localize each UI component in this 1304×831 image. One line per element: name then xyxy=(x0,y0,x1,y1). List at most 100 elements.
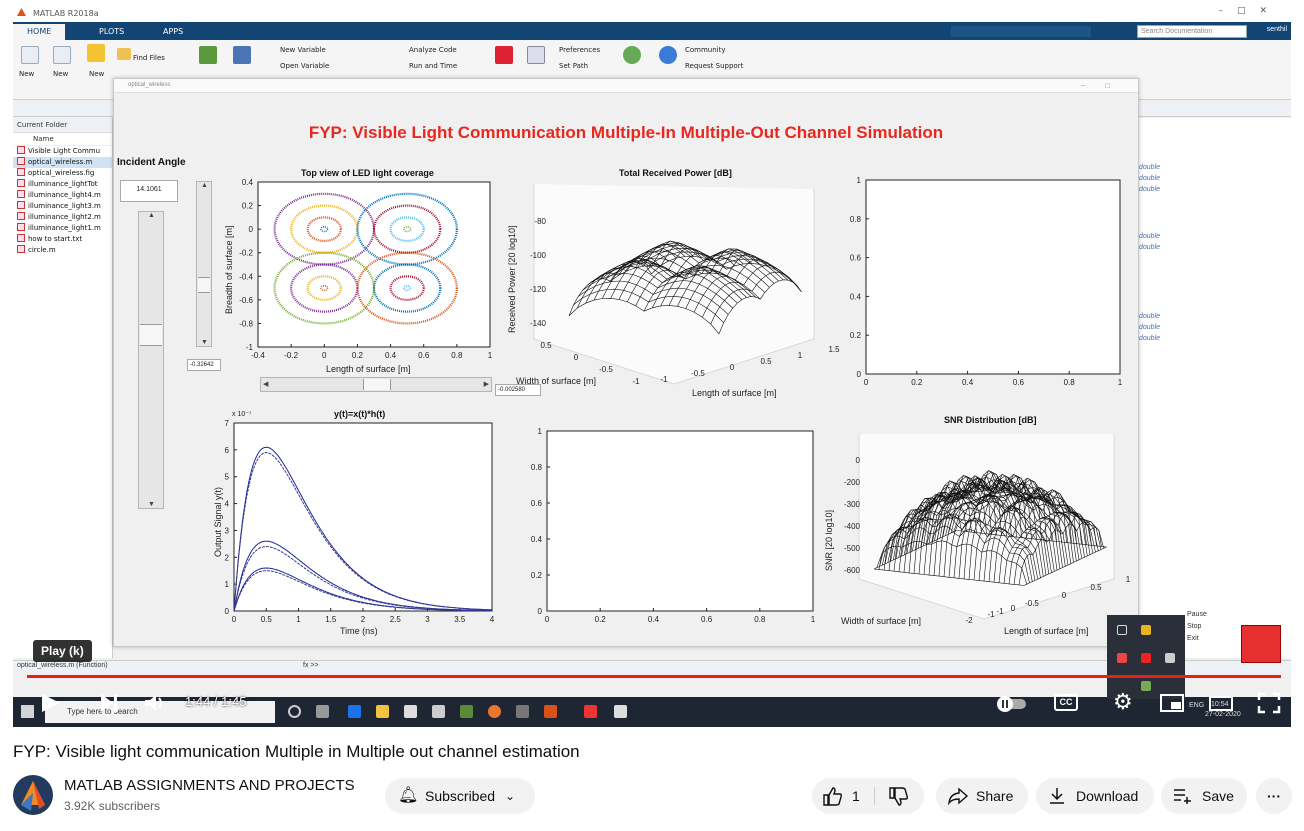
matlab-taskbar-icon[interactable] xyxy=(544,705,557,718)
store-icon[interactable] xyxy=(404,705,417,718)
file-item[interactable]: illuminance_light1.m xyxy=(13,223,112,234)
context-menu-exit[interactable]: Exit xyxy=(1187,633,1237,645)
name-column-header[interactable]: Name xyxy=(13,133,112,146)
mail-icon[interactable] xyxy=(432,705,445,718)
tray-antivirus-icon[interactable] xyxy=(1141,653,1151,663)
file-item[interactable]: optical_wireless.m xyxy=(13,157,112,168)
cc-icon[interactable]: CC xyxy=(1054,694,1078,711)
download-icon xyxy=(1050,788,1064,804)
app-icon[interactable] xyxy=(460,705,473,718)
new-script-icon[interactable] xyxy=(21,46,39,64)
layout-icon[interactable] xyxy=(527,46,545,64)
doc-search-input[interactable]: Search Documentation xyxy=(1137,25,1247,38)
app3-icon[interactable] xyxy=(614,705,627,718)
context-menu-pause[interactable]: Pause xyxy=(1187,609,1237,621)
tray-recorder-icon[interactable] xyxy=(1117,653,1127,663)
save-button[interactable]: Save xyxy=(1161,778,1247,814)
workspace-value[interactable]: double xyxy=(1139,335,1160,342)
recorder-icon[interactable] xyxy=(584,705,597,718)
workspace-value[interactable]: double xyxy=(1139,186,1160,193)
community-label[interactable]: Community xyxy=(685,46,726,54)
windows-start-icon[interactable] xyxy=(21,705,34,718)
y-tick-label: 0 xyxy=(1011,604,1016,613)
cortana-icon[interactable] xyxy=(288,705,301,718)
task-view-icon[interactable] xyxy=(316,705,329,718)
file-item[interactable]: illuminance_light3.m xyxy=(13,201,112,212)
received-power-title: Total Received Power [dB] xyxy=(619,168,732,178)
workspace-value[interactable]: double xyxy=(1139,313,1160,320)
file-item[interactable]: illuminance_lightTot xyxy=(13,179,112,190)
channel-name[interactable]: MATLAB ASSIGNMENTS AND PROJECTS xyxy=(64,777,355,794)
like-icon[interactable] xyxy=(822,786,844,806)
command-prompt[interactable]: fx >> xyxy=(303,662,319,669)
next-icon[interactable] xyxy=(99,692,121,714)
save-playlist-icon xyxy=(1174,789,1191,804)
y-tick-label: -0.2 xyxy=(239,249,253,258)
workspace-value[interactable]: double xyxy=(1139,175,1160,182)
add-ons-icon[interactable] xyxy=(623,46,641,64)
context-menu-stop[interactable]: Stop xyxy=(1187,621,1237,633)
file-item[interactable]: how to start.txt xyxy=(13,234,112,245)
set-path-label[interactable]: Set Path xyxy=(559,62,588,70)
tab-apps[interactable]: APPS xyxy=(149,24,197,40)
new-live-script-icon[interactable] xyxy=(53,46,71,64)
download-button[interactable]: Download xyxy=(1036,778,1154,814)
find-files-label[interactable]: Find Files xyxy=(133,54,165,62)
workspace-value[interactable]: double xyxy=(1139,324,1160,331)
save-icon[interactable] xyxy=(233,46,251,64)
language-indicator[interactable]: ENG xyxy=(1189,702,1204,709)
tray-app-icon[interactable] xyxy=(1141,625,1151,635)
run-and-time-label[interactable]: Run and Time xyxy=(409,62,457,70)
tray-usb-icon[interactable] xyxy=(1117,625,1127,635)
open-variable-label[interactable]: Open Variable xyxy=(280,62,329,70)
quick-access-toolbar[interactable] xyxy=(951,26,1091,37)
file-name: illuminance_lightTot xyxy=(28,180,98,188)
file-explorer-icon[interactable] xyxy=(376,705,389,718)
edge-icon[interactable] xyxy=(348,705,361,718)
new-script-label: New xyxy=(19,70,35,78)
firefox-icon[interactable] xyxy=(488,705,501,718)
file-icon xyxy=(17,146,25,154)
video-player[interactable]: MATLAB R2018a –□✕ HOME PLOTS APPS Search… xyxy=(13,0,1291,727)
file-item[interactable]: circle.m xyxy=(13,245,112,256)
workspace-value[interactable]: double xyxy=(1139,233,1160,240)
new-variable-label[interactable]: New Variable xyxy=(280,46,326,54)
more-actions-button[interactable]: ··· xyxy=(1256,778,1292,814)
preferences-label[interactable]: Preferences xyxy=(559,46,600,54)
figure-plots: -0.4 -0.2 0 0.2 0.4 0.6 0.8 1 0.4 0.2 0 -0.2 -0.4 -0.… xyxy=(225,176,1131,625)
tray-net-icon[interactable] xyxy=(1141,681,1151,691)
volume-icon[interactable] xyxy=(143,692,169,714)
miniplayer-icon[interactable] xyxy=(1159,692,1185,714)
simulink-icon[interactable] xyxy=(495,46,513,64)
file-item[interactable]: Visible Light Commu xyxy=(13,146,112,157)
subscribed-button[interactable]: 🔔︎ Subscribed ⌄ xyxy=(385,778,535,814)
file-item[interactable]: optical_wireless.fig xyxy=(13,168,112,179)
new-icon[interactable] xyxy=(87,44,105,62)
theater-mode-icon[interactable] xyxy=(1208,692,1234,714)
file-item[interactable]: illuminance_light4.m xyxy=(13,190,112,201)
analyze-code-label[interactable]: Analyze Code xyxy=(409,46,457,54)
autoplay-toggle-icon[interactable] xyxy=(996,692,1030,714)
settings-gear-icon[interactable]: ⚙ xyxy=(1113,689,1133,715)
help-icon[interactable] xyxy=(659,46,677,64)
request-support-label[interactable]: Request Support xyxy=(685,62,743,70)
tray-doc-icon[interactable] xyxy=(1165,653,1175,663)
z-tick-label: -140 xyxy=(530,319,547,328)
fullscreen-icon[interactable] xyxy=(1257,692,1281,714)
user-menu[interactable]: senthil xyxy=(1267,26,1287,33)
dislike-icon[interactable] xyxy=(888,787,910,807)
share-button[interactable]: Share xyxy=(936,778,1028,814)
play-icon[interactable] xyxy=(38,692,70,714)
channel-avatar[interactable] xyxy=(13,775,53,815)
open-icon[interactable] xyxy=(117,48,131,60)
tab-plots[interactable]: PLOTS xyxy=(85,24,138,40)
file-item[interactable]: illuminance_light2.m xyxy=(13,212,112,223)
subscriber-count: 3.92K subscribers xyxy=(64,799,161,813)
import-icon[interactable] xyxy=(199,46,217,64)
workspace-value[interactable]: double xyxy=(1139,164,1160,171)
tab-home[interactable]: HOME xyxy=(13,24,66,40)
progress-bar[interactable] xyxy=(27,675,1282,678)
workspace-value[interactable]: double xyxy=(1139,244,1160,251)
app2-icon[interactable] xyxy=(516,705,529,718)
subscribed-label: Subscribed xyxy=(425,788,496,804)
